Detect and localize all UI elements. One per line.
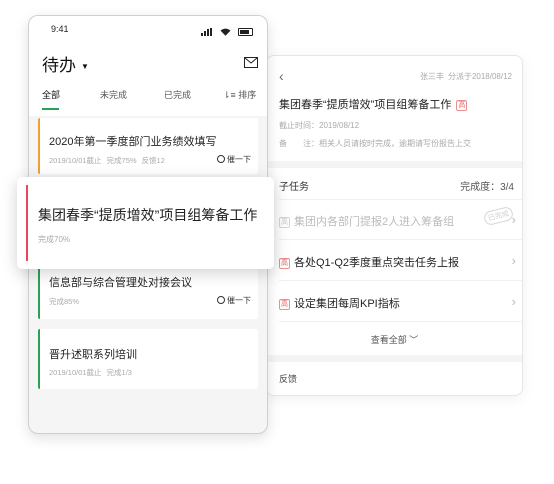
task-progress: 完成75% [106, 156, 137, 165]
divider [279, 239, 522, 240]
subtasks-header: 子任务 完成度：3/4 [279, 178, 514, 193]
subtask-label: 设定集团每周KPI指标 [294, 298, 400, 310]
caret-down-icon: ▼ [81, 62, 89, 72]
subtask-item[interactable]: 高集团内各部门提报2人进入筹备组 已完成 › [279, 205, 516, 229]
status-bar [38, 329, 40, 389]
sort-button[interactable]: ⇂≡ 排序 [223, 88, 256, 101]
task-meta: 2019/10/01截止 完成1/3 [49, 367, 132, 378]
back-chevron-icon[interactable]: ‹ [279, 68, 284, 84]
highlighted-task-card[interactable]: 集团春季“提质增效”项目组筹备工作 完成70% [17, 177, 274, 269]
note-text: 备 注：相关人员请按时完成，逾期请写份报告上交 [279, 139, 471, 148]
signal-icon [201, 27, 213, 36]
status-time: 9:41 [51, 24, 69, 34]
task-card[interactable]: 2020年第一季度部门业务绩效填写 2019/10/01截止 完成75% 反馈12 … [38, 118, 258, 174]
chevron-right-icon: › [511, 294, 516, 309]
completion-count: 完成度：3/4 [460, 182, 514, 193]
mail-icon[interactable] [244, 57, 258, 68]
view-all-button[interactable]: 查看全部 ﹀ [267, 333, 522, 346]
priority-tag: 高 [456, 99, 468, 111]
task-progress: 完成70% [38, 235, 71, 244]
task-feedback-count: 反馈12 [141, 156, 165, 165]
urge-label: 催一下 [227, 155, 251, 164]
divider [279, 199, 522, 200]
subtask-item[interactable]: 高各处Q1-Q2季度重点突击任务上报 › [279, 253, 516, 270]
chevron-right-icon: › [511, 212, 516, 227]
priority-tag: 高 [279, 298, 290, 310]
task-card[interactable]: 晋升述职系列培训 2019/10/01截止 完成1/3 [38, 329, 258, 389]
tab-incomplete[interactable]: 未完成 [100, 88, 127, 101]
section-divider [267, 355, 522, 362]
tab-all[interactable]: 全部 [42, 88, 60, 101]
task-meta: 完成85% [49, 296, 79, 307]
urge-button[interactable]: 催一下 [217, 154, 251, 165]
priority-tag: 高 [279, 257, 290, 269]
detail-title-text: 集团春季“提质增效”项目组筹备工作 [279, 99, 452, 111]
active-tab-indicator [42, 108, 59, 110]
subtask-label: 集团内各部门提报2人进入筹备组 [294, 216, 455, 228]
deadline-text: 截止时间：2019/08/12 [279, 121, 360, 130]
page-title[interactable]: 待办 ▼ [42, 51, 89, 76]
tab-completed[interactable]: 已完成 [164, 88, 191, 101]
detail-meta: 张三丰 分派于2018/08/12 [420, 71, 512, 82]
subtask-item[interactable]: 高设定集团每周KPI指标 › [279, 294, 516, 311]
subtasks-label: 子任务 [279, 182, 309, 193]
task-progress: 完成85% [49, 297, 80, 306]
status-icons [201, 23, 253, 41]
task-title: 集团春季“提质增效”项目组筹备工作 [38, 207, 258, 223]
section-divider [267, 161, 522, 168]
owner-name: 张三丰 [419, 72, 444, 81]
urge-label: 催一下 [227, 296, 251, 305]
wifi-icon [220, 28, 231, 36]
divider [279, 321, 522, 322]
task-deadline: 2019/10/01截止 [49, 368, 102, 377]
app-header: 9:41 待办 ▼ 全部 未完成 已完成 ⇂≡ 排序 [29, 16, 267, 116]
status-bar [26, 185, 28, 261]
assigned-date: 分派于2018/08/12 [447, 72, 512, 81]
battery-icon [238, 27, 253, 36]
task-meta: 2019/10/01截止 完成75% 反馈12 [49, 155, 165, 166]
completed-stamp: 已完成 [482, 205, 515, 227]
clock-icon [217, 155, 225, 163]
feedback-link[interactable]: 反馈 [279, 372, 297, 385]
detail-title: 集团春季“提质增效”项目组筹备工作高 [279, 96, 468, 112]
priority-tag: 高 [279, 216, 290, 228]
status-bar [38, 118, 40, 174]
task-deadline: 2019/10/01截止 [49, 156, 102, 165]
filter-tabs: 全部 未完成 已完成 ⇂≡ 排序 [29, 88, 267, 110]
page-title-text: 待办 [42, 56, 76, 75]
urge-button[interactable]: 催一下 [217, 295, 251, 306]
clock-icon [217, 296, 225, 304]
task-title: 信息部与综合管理处对接会议 [49, 277, 192, 289]
chevron-right-icon: › [511, 253, 516, 268]
task-detail-panel: ‹ 张三丰 分派于2018/08/12 集团春季“提质增效”项目组筹备工作高 截止… [266, 55, 523, 396]
task-title: 2020年第一季度部门业务绩效填写 [49, 136, 217, 148]
task-title: 晋升述职系列培训 [49, 349, 137, 361]
task-progress: 完成1/3 [106, 368, 132, 377]
divider [279, 280, 522, 281]
subtask-label: 各处Q1-Q2季度重点突击任务上报 [294, 257, 460, 269]
